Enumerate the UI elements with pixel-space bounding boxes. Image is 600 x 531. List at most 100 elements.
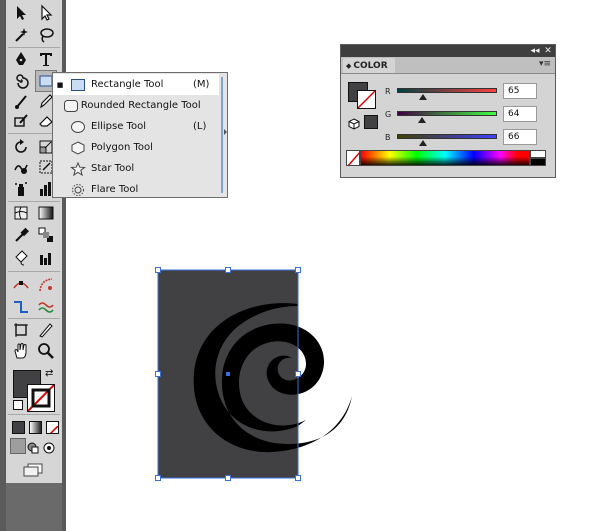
- hand-tool-icon[interactable]: [10, 340, 32, 362]
- anchor-point-tool-icon[interactable]: [10, 274, 32, 296]
- red-channel-slider[interactable]: R 65: [385, 83, 555, 105]
- mesh-tool-icon[interactable]: [10, 202, 32, 224]
- menu-item-ellipse-tool[interactable]: Ellipse Tool (L): [53, 116, 219, 137]
- tools-separator: [8, 414, 60, 415]
- magic-wand-tool-icon[interactable]: [10, 24, 32, 46]
- width-tool-icon[interactable]: [10, 296, 32, 318]
- menu-item-polygon-tool[interactable]: Polygon Tool: [53, 137, 219, 158]
- blue-slider-track[interactable]: [397, 134, 497, 139]
- default-fill-stroke-icon[interactable]: [13, 400, 23, 410]
- menu-item-label: Flare Tool: [91, 184, 139, 195]
- star-icon: [67, 161, 89, 177]
- menu-item-shortcut: (M): [193, 79, 210, 90]
- color-mode-button-icon[interactable]: [12, 421, 25, 434]
- spiral-tool-icon[interactable]: [10, 70, 32, 92]
- ellipse-icon: [67, 119, 89, 135]
- draw-behind-icon[interactable]: [27, 439, 39, 454]
- rectangle-icon: [67, 77, 89, 93]
- rotate-tool-icon[interactable]: [10, 136, 32, 158]
- tab-color[interactable]: ◆ COLOR: [343, 58, 395, 73]
- live-paint-bucket-tool-icon[interactable]: [10, 247, 32, 269]
- bar-graph-tool-icon[interactable]: [35, 247, 57, 269]
- green-channel-slider[interactable]: G 64: [385, 106, 555, 128]
- polygon-icon: [67, 140, 89, 156]
- panel-menu-icon[interactable]: ▾≡: [539, 59, 551, 69]
- curvature-tool-icon[interactable]: [35, 274, 57, 296]
- selection-handle: [295, 475, 301, 481]
- white-swatch[interactable]: [530, 150, 546, 158]
- menu-item-flare-tool[interactable]: Flare Tool: [53, 179, 219, 200]
- selection-tool-icon[interactable]: [10, 2, 32, 24]
- color-panel-titlebar[interactable]: ◂◂ ✕: [341, 45, 555, 57]
- menu-item-shortcut: (L): [193, 121, 207, 132]
- symbol-sprayer-tool-icon[interactable]: [10, 178, 32, 200]
- blue-slider-thumb[interactable]: [418, 140, 427, 146]
- menu-item-rounded-rectangle-tool[interactable]: Rounded Rectangle Tool: [53, 95, 219, 116]
- channel-label: B: [385, 133, 391, 142]
- tools-panel-edge: [0, 0, 6, 531]
- direct-selection-tool-icon[interactable]: [35, 2, 57, 24]
- rounded-rectangle-icon: [63, 98, 79, 114]
- tools-panel-bottom: [6, 483, 62, 531]
- eyedropper-tool-icon[interactable]: [10, 224, 32, 246]
- wave-tool-icon[interactable]: [35, 296, 57, 318]
- green-slider-track[interactable]: [397, 111, 497, 116]
- stroke-swatch[interactable]: [27, 384, 55, 412]
- green-slider-thumb[interactable]: [418, 117, 427, 123]
- black-swatch[interactable]: [530, 158, 546, 166]
- none-color-swatch[interactable]: [346, 150, 360, 166]
- red-value-input[interactable]: 65: [503, 83, 537, 99]
- selection-handle: [155, 267, 161, 273]
- selection-handle: [155, 371, 161, 377]
- lasso-tool-icon[interactable]: [35, 24, 57, 46]
- slice-tool-icon[interactable]: [35, 319, 57, 341]
- draw-normal-icon[interactable]: [10, 438, 26, 454]
- draw-inside-icon[interactable]: [43, 439, 55, 454]
- red-slider-thumb[interactable]: [418, 94, 427, 100]
- gradient-mode-button-icon[interactable]: [29, 421, 42, 434]
- selection-handle: [225, 267, 231, 273]
- pen-tool-icon[interactable]: [10, 48, 32, 70]
- collapse-panel-icon[interactable]: ◂◂: [529, 45, 541, 57]
- menu-item-label: Star Tool: [91, 163, 135, 174]
- shape-tools-flyout: ■ Rectangle Tool (M) Rounded Rectangle T…: [52, 72, 228, 198]
- color-panel: ◂◂ ✕ ◆ COLOR ▾≡ R 65 G 64 B 66: [340, 44, 556, 178]
- type-tool-icon[interactable]: [35, 48, 57, 70]
- zoom-tool-icon[interactable]: [35, 340, 57, 362]
- menu-item-label: Ellipse Tool: [91, 121, 146, 132]
- selection-handle: [295, 267, 301, 273]
- selection-handle: [225, 475, 231, 481]
- color-panel-tabs: ◆ COLOR ▾≡: [341, 57, 555, 74]
- closest-color-swatch[interactable]: [364, 115, 378, 129]
- paintbrush-tool-icon[interactable]: [10, 90, 32, 112]
- artboard-canvas[interactable]: [150, 262, 360, 486]
- flyout-scrollbar[interactable]: [221, 77, 223, 193]
- artboard-tool-icon[interactable]: [10, 319, 32, 341]
- selected-bullet-icon: ■: [56, 80, 64, 89]
- warp-tool-icon[interactable]: [10, 156, 32, 178]
- red-slider-track[interactable]: [397, 88, 497, 93]
- menu-item-label: Polygon Tool: [91, 142, 153, 153]
- menu-item-star-tool[interactable]: Star Tool: [53, 158, 219, 179]
- menu-item-rectangle-tool[interactable]: ■ Rectangle Tool (M): [53, 74, 219, 95]
- blob-brush-tool-icon[interactable]: [10, 110, 32, 132]
- flyout-tearoff-arrow-icon[interactable]: [224, 129, 227, 135]
- green-value-input[interactable]: 64: [503, 106, 537, 122]
- center-point: [226, 372, 230, 376]
- tab-color-label: COLOR: [353, 60, 388, 71]
- gradient-tool-icon[interactable]: [35, 202, 57, 224]
- panel-stroke-swatch[interactable]: [357, 90, 376, 109]
- none-mode-button-icon[interactable]: [46, 421, 59, 434]
- close-panel-icon[interactable]: ✕: [542, 45, 554, 57]
- swap-fill-stroke-icon[interactable]: ⇄: [45, 368, 53, 379]
- channel-label: R: [385, 87, 391, 96]
- out-of-gamut-cube-icon[interactable]: [348, 115, 360, 130]
- blue-value-input[interactable]: 66: [503, 129, 537, 145]
- screen-mode-icon[interactable]: [22, 462, 44, 477]
- blue-channel-slider[interactable]: B 66: [385, 129, 555, 151]
- blend-tool-icon[interactable]: [35, 224, 57, 246]
- selection-handle: [295, 371, 301, 377]
- color-spectrum-ramp[interactable]: [360, 150, 530, 166]
- menu-item-label: Rounded Rectangle Tool: [80, 100, 201, 111]
- menu-item-label: Rectangle Tool: [91, 79, 164, 90]
